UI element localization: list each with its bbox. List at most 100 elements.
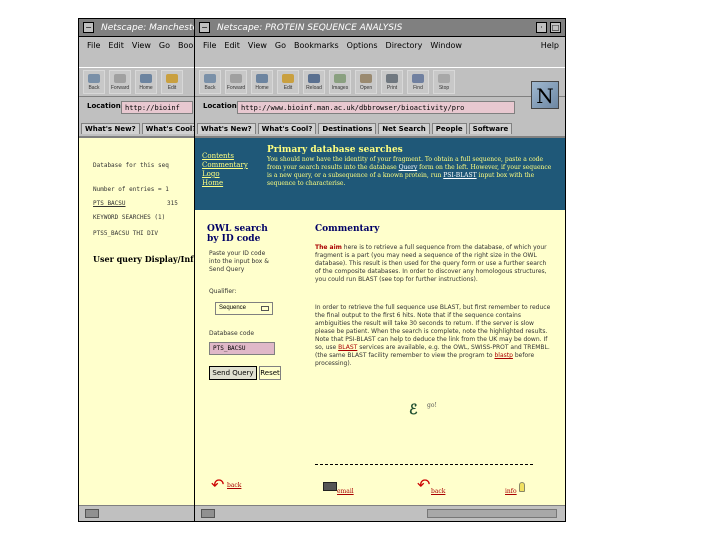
- database-code-input[interactable]: PTS_BACSU: [209, 342, 275, 355]
- info-link[interactable]: info: [505, 488, 517, 495]
- whats-cool-button[interactable]: What's Cool?: [257, 123, 317, 134]
- open-icon: [360, 74, 372, 83]
- nav-link-commentary[interactable]: Commentary: [202, 161, 248, 169]
- home-button[interactable]: Home: [251, 70, 273, 94]
- find-button[interactable]: Find: [407, 70, 429, 94]
- edit-button[interactable]: Edit: [161, 70, 183, 94]
- menu-go[interactable]: Go: [159, 41, 170, 50]
- blastp-link[interactable]: blastp: [494, 352, 512, 359]
- stop-icon: [438, 74, 450, 83]
- reload-icon: [308, 74, 320, 83]
- images-button[interactable]: Images: [329, 70, 351, 94]
- nav-link-contents[interactable]: Contents: [202, 152, 234, 160]
- back-directory-buttons: What's New?What's Cool?D: [79, 118, 195, 134]
- send-query-button[interactable]: Send Query: [209, 366, 257, 380]
- software-button[interactable]: Software: [468, 123, 513, 134]
- commentary-title: Commentary: [315, 224, 380, 234]
- primary-text: You should now have the identity of your…: [267, 156, 552, 187]
- forward-button[interactable]: Forward: [225, 70, 247, 94]
- keyword-line: KEYWORD SEARCHES (1): [93, 214, 166, 221]
- back-arrow-icon: [204, 74, 216, 83]
- whats-cool-button[interactable]: What's Cool?: [141, 123, 195, 134]
- reload-button[interactable]: Reload: [303, 70, 325, 94]
- front-browser-window: − Netscape: PROTEIN SEQUENCE ANALYSIS · …: [194, 18, 566, 522]
- edit-pencil-icon: [282, 74, 294, 83]
- menu-bookmarks[interactable]: Bookmarks: [294, 41, 339, 50]
- back-menubar: File Edit View Go Bookm: [79, 38, 195, 54]
- print-button[interactable]: Print: [381, 70, 403, 94]
- owl-instructions: Paste your ID code into the input box & Se…: [209, 250, 269, 273]
- psi-blast-link[interactable]: PSI-BLAST: [443, 172, 476, 179]
- back-arrow-icon[interactable]: ↶: [417, 478, 430, 494]
- menu-directory[interactable]: Directory: [386, 41, 423, 50]
- home-button[interactable]: Home: [135, 70, 157, 94]
- email-link[interactable]: email: [337, 488, 354, 495]
- maximize-icon[interactable]: □: [550, 22, 561, 33]
- go-label[interactable]: go!: [427, 402, 437, 409]
- nav-link-home[interactable]: Home: [202, 179, 223, 187]
- whats-new-button[interactable]: What's New?: [81, 123, 140, 134]
- open-button[interactable]: Open: [355, 70, 377, 94]
- back-arrow-icon[interactable]: ↶: [211, 478, 224, 494]
- minimize-icon[interactable]: ·: [536, 22, 547, 33]
- back-link-2[interactable]: back: [431, 488, 445, 495]
- window-menu-icon[interactable]: −: [199, 22, 210, 33]
- window-menu-icon[interactable]: −: [83, 22, 94, 33]
- commentary-paragraph-1: The aim here is to retrieve a full seque…: [315, 244, 547, 283]
- front-window-titlebar[interactable]: − Netscape: PROTEIN SEQUENCE ANALYSIS · …: [195, 19, 565, 37]
- home-icon: [256, 74, 268, 83]
- location-label: Location:: [203, 102, 240, 110]
- destinations-button[interactable]: Destinations: [318, 123, 377, 134]
- menu-help[interactable]: Help: [541, 38, 559, 54]
- forward-arrow-icon: [114, 74, 126, 83]
- back-button[interactable]: Back: [83, 70, 105, 94]
- back-location-field[interactable]: http://bioinf: [121, 101, 193, 114]
- menu-options[interactable]: Options: [347, 41, 378, 50]
- db-line: Database for this seq: [93, 162, 169, 169]
- menu-file[interactable]: File: [203, 41, 216, 50]
- forward-arrow-icon: [230, 74, 242, 83]
- people-button[interactable]: People: [431, 123, 467, 134]
- netscape-logo-icon[interactable]: N: [531, 81, 559, 109]
- commentary-paragraph-2: In order to retrieve the full sequence u…: [315, 304, 551, 367]
- dashed-divider: [315, 464, 533, 465]
- nav-link-logo[interactable]: Logo: [202, 170, 220, 178]
- reset-button[interactable]: Reset: [259, 366, 281, 380]
- primary-heading: Primary database searches: [267, 145, 403, 155]
- back-window-titlebar[interactable]: − Netscape: Manchester Q: [79, 19, 195, 37]
- entry-code-link[interactable]: PTS_BACSU: [93, 200, 126, 207]
- menu-bookmarks[interactable]: Bookm: [178, 41, 195, 50]
- progress-bar: [427, 509, 557, 518]
- go-owl-icon[interactable]: ℰ: [409, 402, 417, 418]
- front-location-field[interactable]: http://www.bioinf.man.ac.uk/dbbrowser/bi…: [237, 101, 515, 114]
- front-statusbar: [195, 505, 565, 521]
- back-link-1[interactable]: back: [227, 482, 241, 489]
- back-arrow-icon: [88, 74, 100, 83]
- menu-edit[interactable]: Edit: [108, 41, 124, 50]
- whats-new-button[interactable]: What's New?: [197, 123, 256, 134]
- stop-button[interactable]: Stop: [433, 70, 455, 94]
- menu-view[interactable]: View: [132, 41, 151, 50]
- menu-view[interactable]: View: [248, 41, 267, 50]
- back-button[interactable]: Back: [199, 70, 221, 94]
- back-toolbar: Back Forward Home Edit: [79, 67, 195, 97]
- front-directory-buttons: What's New? What's Cool? Destinations Net S…: [195, 118, 565, 134]
- menu-file[interactable]: File: [87, 41, 100, 50]
- query-link[interactable]: Query: [399, 164, 418, 171]
- email-icon[interactable]: [323, 482, 337, 491]
- menu-edit[interactable]: Edit: [224, 41, 240, 50]
- forward-button[interactable]: Forward: [109, 70, 131, 94]
- location-label: Location:: [87, 102, 124, 110]
- menu-go[interactable]: Go: [275, 41, 286, 50]
- qualifier-select[interactable]: Sequence: [215, 302, 273, 315]
- edit-button[interactable]: Edit: [277, 70, 299, 94]
- front-toolbar: Back Forward Home Edit Reload Images Open Print…: [195, 67, 565, 97]
- blast-link[interactable]: BLAST: [338, 344, 357, 351]
- menu-window[interactable]: Window: [430, 41, 462, 50]
- find-icon: [412, 74, 424, 83]
- back-statusbar: [79, 505, 195, 521]
- images-icon: [334, 74, 346, 83]
- info-bulb-icon[interactable]: [519, 482, 525, 492]
- net-search-button[interactable]: Net Search: [378, 123, 430, 134]
- database-code-label: Database code: [209, 330, 255, 337]
